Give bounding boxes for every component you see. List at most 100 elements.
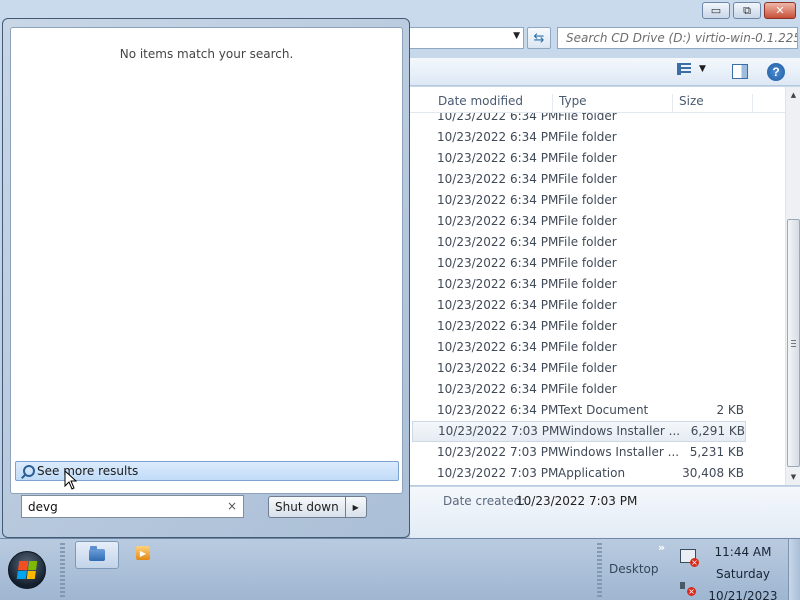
file-type: File folder (558, 361, 617, 375)
date-created-value: 10/23/2022 7:03 PM (516, 494, 638, 508)
file-row[interactable]: 10/23/2022 6:34 PM File folder (410, 358, 785, 379)
shutdown-button[interactable]: Shut down (268, 496, 345, 518)
file-date-modified: 10/23/2022 6:34 PM (437, 151, 559, 165)
file-size: 2 KB (716, 403, 744, 417)
details-view-icon (677, 63, 691, 75)
clock-day: Saturday (715, 567, 771, 581)
file-row[interactable]: 10/23/2022 7:03 PM Application 30,408 KB (410, 463, 785, 484)
file-type: File folder (558, 340, 617, 354)
folder-icon (89, 546, 105, 561)
file-type: File folder (558, 319, 617, 333)
address-dropdown-icon[interactable]: ▼ (513, 31, 520, 41)
file-size: 30,408 KB (682, 466, 744, 480)
file-date-modified: 10/23/2022 6:34 PM (437, 277, 559, 291)
file-date-modified: 10/23/2022 6:34 PM (437, 256, 559, 270)
file-type: File folder (558, 130, 617, 144)
file-date-modified: 10/23/2022 6:34 PM (437, 403, 559, 417)
clock-date: 10/21/2023 (708, 589, 778, 600)
file-date-modified: 10/23/2022 6:34 PM (437, 193, 559, 207)
file-row[interactable]: 10/23/2022 7:03 PM Windows Installer ... 5… (410, 442, 785, 463)
file-type: File folder (558, 193, 617, 207)
column-more[interactable] (752, 94, 782, 113)
file-date-modified: 10/23/2022 6:34 PM (437, 382, 559, 396)
file-row[interactable]: 10/23/2022 6:34 PM File folder (410, 337, 785, 358)
file-date-modified: 10/23/2022 6:34 PM (437, 298, 559, 312)
network-disconnected-icon[interactable] (680, 549, 699, 567)
show-desktop-button[interactable] (788, 539, 800, 600)
file-row[interactable]: 10/23/2022 6:34 PM File folder (410, 127, 785, 148)
column-date-modified[interactable]: Date modified (432, 94, 552, 113)
scroll-up-icon[interactable]: ▲ (787, 87, 800, 103)
file-type: File folder (558, 172, 617, 186)
close-button[interactable]: ✕ (764, 2, 796, 19)
file-row[interactable]: 10/23/2022 6:34 PM Text Document 2 KB (410, 400, 785, 421)
start-search-value: devg (28, 500, 58, 514)
windows-flag-icon (16, 561, 38, 579)
window-controls: ▭ ⧉ ✕ (702, 2, 796, 19)
help-icon[interactable]: ? (767, 63, 785, 81)
file-date-modified: 10/23/2022 6:34 PM (437, 130, 559, 144)
file-type: File folder (558, 382, 617, 396)
file-size: 5,231 KB (689, 445, 744, 459)
file-date-modified: 10/23/2022 6:34 PM (437, 361, 559, 375)
desktop-toolbar-label[interactable]: Desktop (609, 562, 659, 576)
file-type: Windows Installer ... (559, 424, 681, 438)
show-hidden-icons-button[interactable]: » (658, 541, 665, 554)
file-date-modified: 10/23/2022 6:34 PM (437, 214, 559, 228)
shutdown-group: Shut down ▶ (268, 496, 367, 519)
file-rows: 10/23/2022 6:34 PM File folder 10/23/2022 … (410, 106, 785, 484)
file-date-modified: 10/23/2022 6:34 PM (437, 319, 559, 333)
clock-time: 11:44 AM (714, 545, 772, 559)
address-bar[interactable]: ▼ (410, 27, 524, 49)
minimize-button[interactable]: ▭ (702, 2, 730, 19)
column-size[interactable]: Size (672, 94, 752, 113)
change-view-button[interactable]: ▼ (677, 63, 706, 75)
file-row[interactable]: 10/23/2022 6:34 PM File folder (410, 211, 785, 232)
file-type: File folder (558, 256, 617, 270)
taskbar-grip[interactable] (60, 543, 65, 597)
scroll-down-icon[interactable]: ▼ (787, 469, 800, 485)
file-date-modified: 10/23/2022 7:03 PM (437, 466, 559, 480)
media-player-icon[interactable]: ▶ (136, 546, 150, 560)
taskbar-explorer-button[interactable] (75, 541, 119, 569)
restore-button[interactable]: ⧉ (733, 2, 761, 19)
file-type: File folder (558, 298, 617, 312)
file-row[interactable]: 10/23/2022 6:34 PM File folder (410, 232, 785, 253)
file-row[interactable]: 10/23/2022 7:03 PM Windows Installer ... 6… (412, 421, 746, 442)
command-bar: ▼ ? (410, 58, 800, 86)
file-row[interactable]: 10/23/2022 6:34 PM File folder (410, 379, 785, 400)
refresh-button[interactable]: ⇆ (527, 27, 551, 49)
views-dropdown-icon[interactable]: ▼ (699, 64, 706, 74)
details-pane: Date created: 10/23/2022 7:03 PM (410, 486, 800, 538)
file-row[interactable]: 10/23/2022 6:34 PM File folder (410, 316, 785, 337)
windows-orb-icon[interactable] (8, 551, 46, 589)
system-clock[interactable]: 11:44 AM Saturday 10/21/2023 (705, 541, 781, 600)
volume-muted-icon[interactable] (680, 579, 696, 596)
column-header: Date modified Type Size (410, 87, 785, 113)
file-type: File folder (558, 151, 617, 165)
file-row[interactable]: 10/23/2022 6:34 PM File folder (410, 295, 785, 316)
file-list: 10/23/2022 6:34 PM File folder 10/23/2022 … (410, 87, 800, 485)
scroll-thumb[interactable] (787, 219, 800, 467)
column-type[interactable]: Type (552, 94, 672, 113)
file-row[interactable]: 10/23/2022 6:34 PM File folder (410, 148, 785, 169)
start-menu: No items match your search. See more res… (2, 18, 410, 538)
file-date-modified: 10/23/2022 6:34 PM (437, 172, 559, 186)
explorer-search-input[interactable]: Search CD Drive (D:) virtio-win-0.1.225 (557, 27, 798, 49)
shutdown-options-arrow-icon[interactable]: ▶ (344, 496, 367, 518)
file-row[interactable]: 10/23/2022 6:34 PM File folder (410, 253, 785, 274)
magnifier-icon (20, 464, 35, 478)
clear-search-icon[interactable]: × (227, 499, 237, 513)
search-results-pane: No items match your search. See more res… (10, 27, 403, 494)
preview-pane-button[interactable] (732, 64, 748, 79)
toolbar-grip[interactable] (597, 543, 602, 597)
see-more-results-label: See more results (37, 464, 139, 478)
file-date-modified: 10/23/2022 7:03 PM (437, 445, 559, 459)
vertical-scrollbar[interactable]: ▲ ▼ (785, 87, 800, 485)
start-search-input[interactable]: devg × (21, 495, 244, 518)
file-row[interactable]: 10/23/2022 6:34 PM File folder (410, 169, 785, 190)
file-row[interactable]: 10/23/2022 6:34 PM File folder (410, 274, 785, 295)
file-type: File folder (558, 277, 617, 291)
file-type: File folder (558, 235, 617, 249)
file-row[interactable]: 10/23/2022 6:34 PM File folder (410, 190, 785, 211)
